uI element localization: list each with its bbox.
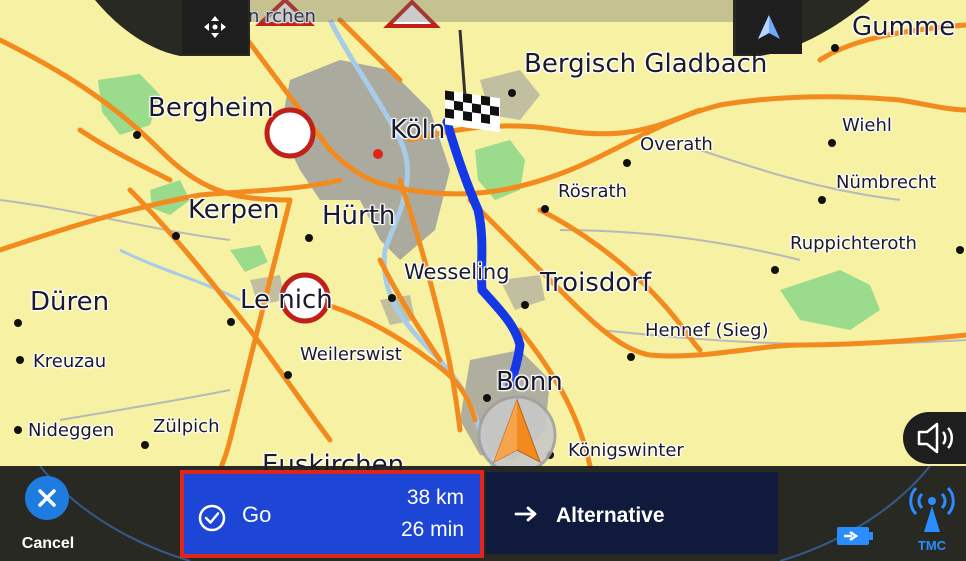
- current-position-marker: [373, 149, 383, 159]
- top-toolbar: [0, 0, 966, 56]
- map-label-wesseling: Wesseling: [404, 260, 510, 284]
- map-label-hennef: Hennef (Sieg): [645, 320, 769, 341]
- go-label: Go: [242, 502, 272, 527]
- map-label-kerpen: Kerpen: [188, 195, 280, 225]
- map-label-dueren: Düren: [30, 287, 110, 317]
- map-label-bergheim: Bergheim: [148, 93, 274, 123]
- tmc-broadcast-icon: [909, 486, 955, 532]
- map-label-kreuzau: Kreuzau: [33, 351, 107, 372]
- map-label-ruppichteroth: Ruppichteroth: [790, 233, 917, 254]
- tmc-button[interactable]: TMC: [904, 480, 960, 556]
- map-label-koenigswinter: Königswinter: [568, 440, 684, 461]
- close-icon: [25, 476, 69, 520]
- map-label-nuembrecht: Nümbrecht: [836, 172, 937, 193]
- navigation-screen: Gumme Bergisch Gladbach Bergheim Köln Wi…: [0, 0, 966, 561]
- compass-button[interactable]: [736, 0, 802, 54]
- arrow-right-icon: [514, 506, 537, 522]
- check-circle-icon: [198, 504, 226, 532]
- move-arrows-icon: [204, 16, 226, 38]
- move-map-button[interactable]: [182, 0, 248, 54]
- route-distance: 38 km: [406, 486, 464, 509]
- cancel-label: Cancel: [21, 535, 75, 552]
- map-label-wiehl: Wiehl: [842, 115, 892, 136]
- cancel-button[interactable]: Cancel: [6, 475, 90, 559]
- tmc-label: TMC: [917, 538, 947, 553]
- route-duration: 26 min: [400, 518, 464, 541]
- vehicle-position-icon[interactable]: [477, 395, 557, 475]
- map-label-lechenich: Le nich: [240, 285, 333, 315]
- speaker-icon: [917, 422, 953, 454]
- go-button[interactable]: Go 38 km 26 min: [180, 470, 484, 558]
- map-label-bonn: Bonn: [496, 367, 563, 397]
- sound-toggle-button[interactable]: [903, 412, 966, 464]
- map-label-overath: Overath: [640, 134, 713, 155]
- map-label-troisdorf: Troisdorf: [540, 268, 652, 298]
- map-label-weilerswist: Weilerswist: [300, 344, 402, 365]
- alternative-route-button[interactable]: Alternative: [486, 472, 778, 554]
- alternative-label: Alternative: [556, 504, 665, 527]
- north-arrow-icon: [758, 15, 780, 39]
- map-label-nideggen: Nideggen: [28, 420, 115, 441]
- map-label-koeln: Köln: [390, 115, 446, 145]
- map-label-roesrath: Rösrath: [558, 181, 627, 202]
- map-label-huerth: Hürth: [322, 201, 396, 231]
- battery-charging-icon: [837, 527, 873, 545]
- map-label-zuelpich: Zülpich: [153, 416, 220, 437]
